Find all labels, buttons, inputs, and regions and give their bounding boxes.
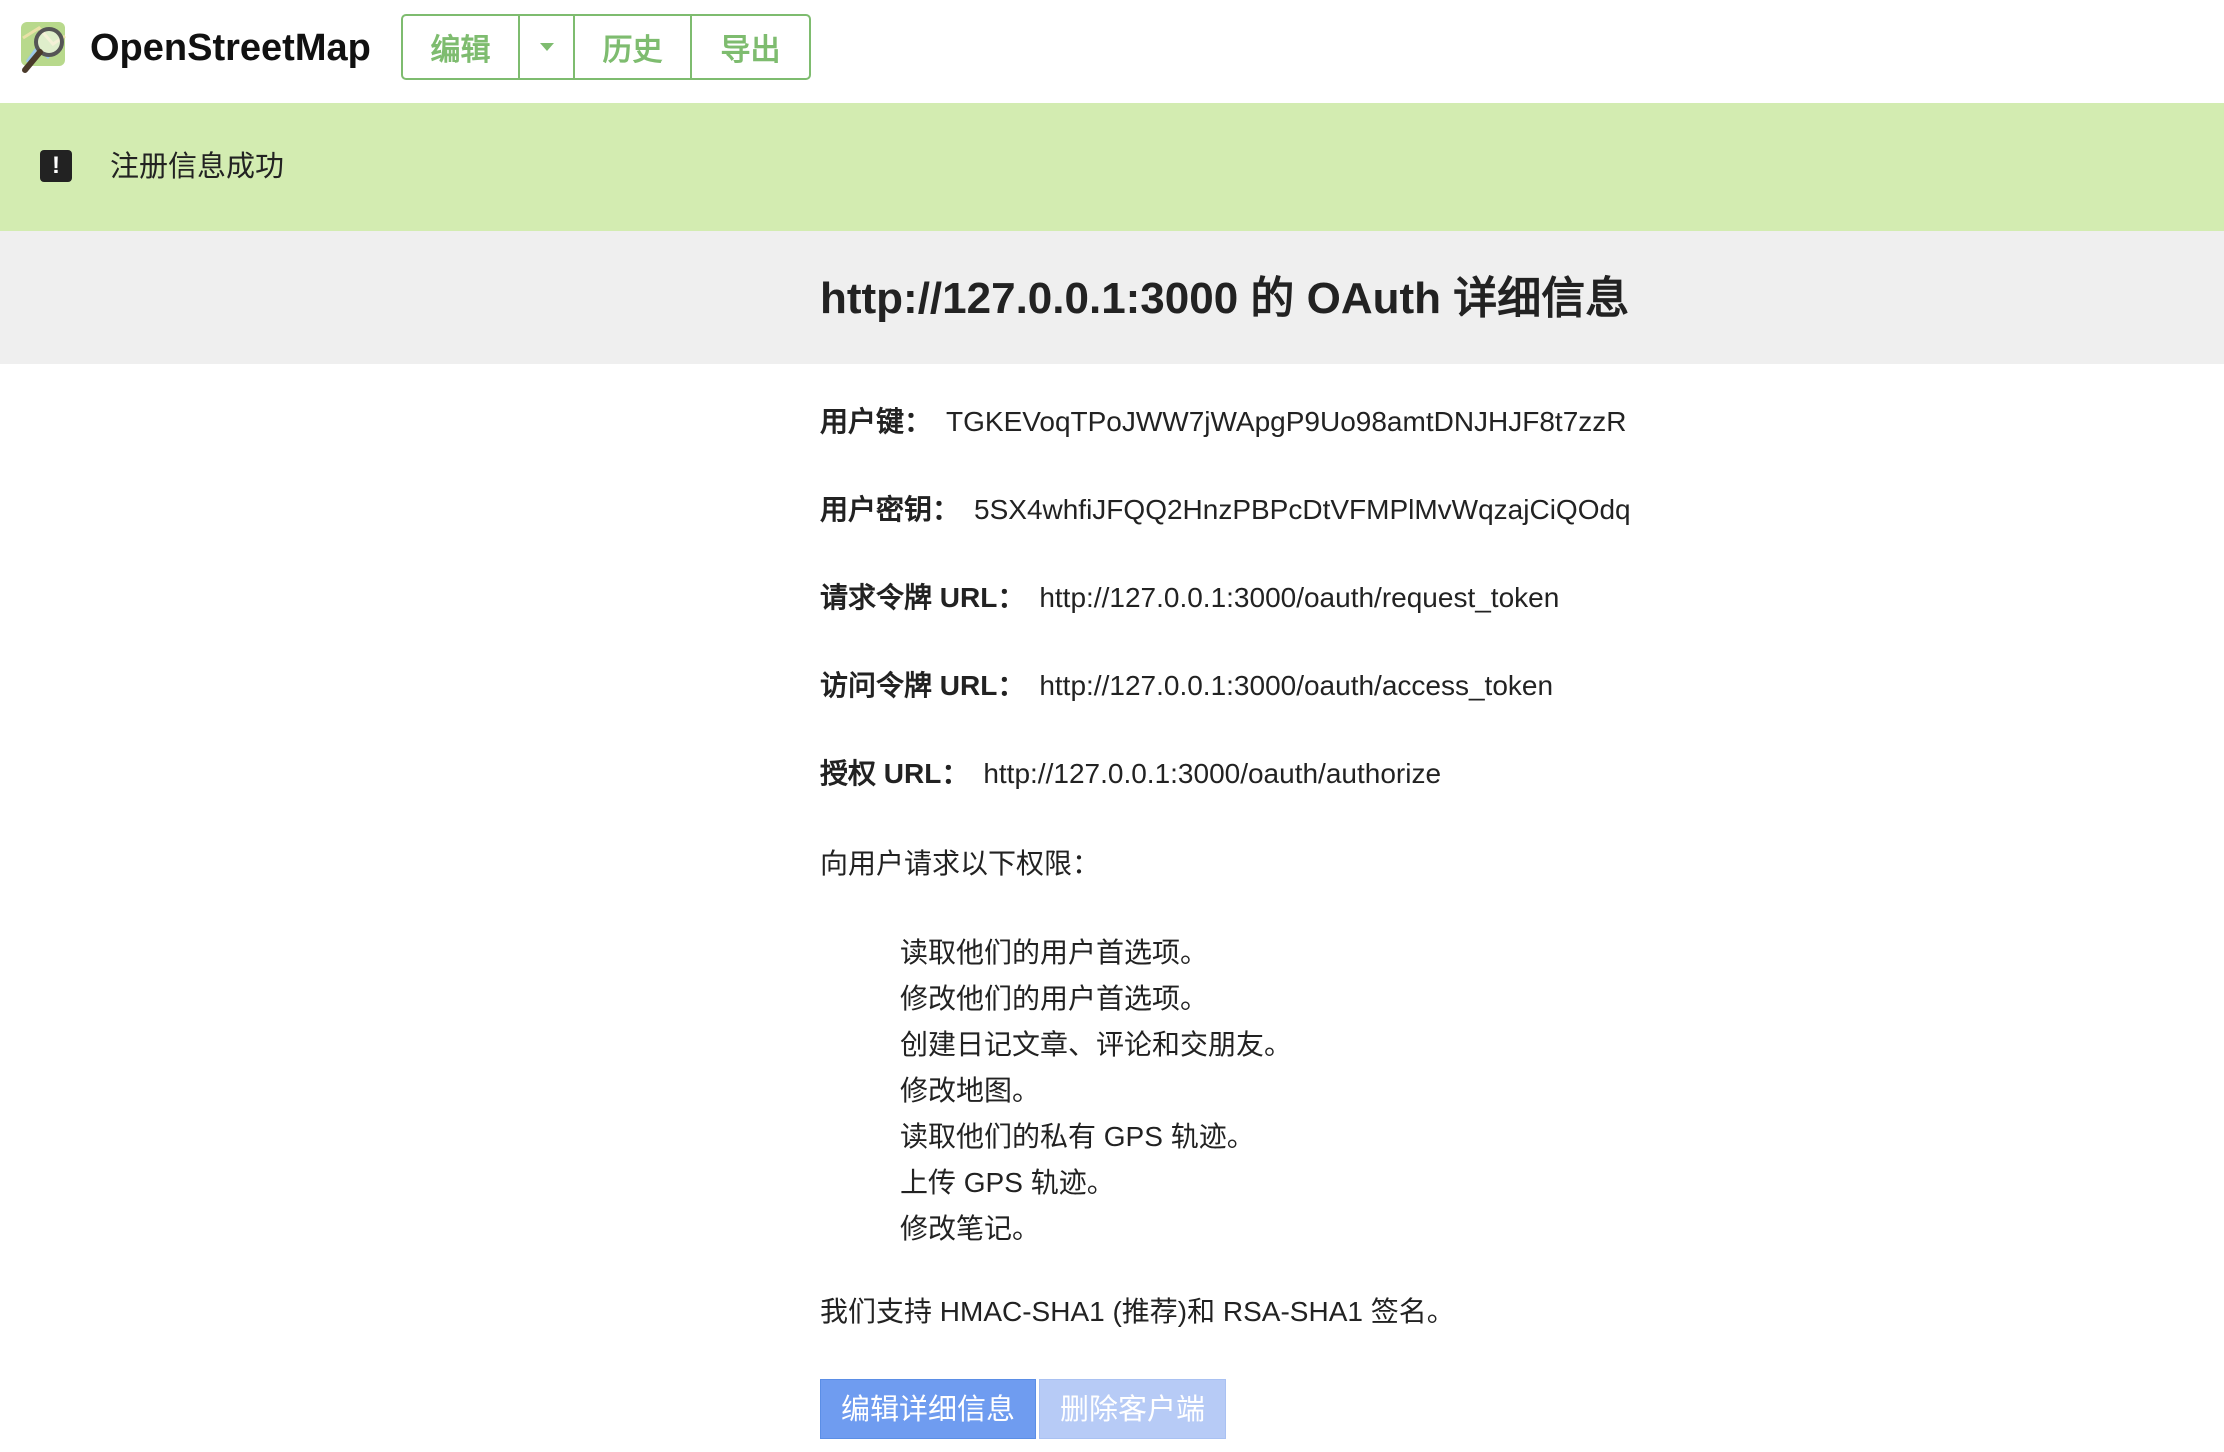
detail-consumer-secret: 用户密钥： 5SX4whfiJFQQ2HnzPBPcDtVFMPlMvWqzajC… — [820, 490, 1631, 530]
detail-label: 授权 URL： — [820, 758, 970, 789]
detail-access-token-url: 访问令牌 URL： http://127.0.0.1:3000/oauth/acc… — [820, 666, 1553, 706]
action-buttons: 编辑详细信息 删除客户端 — [820, 1379, 1227, 1439]
edit-dropdown-toggle[interactable] — [520, 16, 575, 78]
signature-support-text: 我们支持 HMAC-SHA1 (推荐)和 RSA-SHA1 签名。 — [820, 1296, 1455, 1327]
list-item: 读取他们的用户首选项。 — [900, 937, 1209, 968]
tab-history[interactable]: 历史 — [575, 16, 692, 78]
exclamation-icon: ! — [40, 150, 72, 182]
detail-value: http://127.0.0.1:3000/oauth/request_toke… — [1039, 582, 1560, 613]
list-item: 修改他们的用户首选项。 — [900, 983, 1209, 1014]
permissions-intro: 向用户请求以下权限： — [820, 848, 1101, 879]
site-header: OpenStreetMap 编辑 历史 导出 — [0, 0, 2224, 103]
title-band: http://127.0.0.1:3000 的 OAuth 详细信息 — [0, 231, 2224, 364]
detail-label: 用户键： — [820, 406, 933, 437]
flash-notice: ! 注册信息成功 — [0, 103, 2224, 231]
detail-authorize-url: 授权 URL： http://127.0.0.1:3000/oauth/autho… — [820, 754, 1441, 794]
detail-label: 用户密钥： — [820, 494, 961, 525]
flash-message: 注册信息成功 — [110, 151, 285, 183]
list-item: 上传 GPS 轨迹。 — [900, 1167, 1115, 1198]
detail-value: http://127.0.0.1:3000/oauth/access_token — [1039, 670, 1554, 701]
tab-export[interactable]: 导出 — [692, 16, 809, 78]
detail-consumer-key: 用户键： TGKEVoqTPoJWW7jWApgP9Uo98amtDNJHJF8t… — [820, 402, 1627, 442]
page-title: http://127.0.0.1:3000 的 OAuth 详细信息 — [820, 274, 1630, 323]
detail-value: http://127.0.0.1:3000/oauth/authorize — [983, 758, 1442, 789]
delete-client-button[interactable]: 删除客户端 — [1039, 1379, 1227, 1439]
detail-request-token-url: 请求令牌 URL： http://127.0.0.1:3000/oauth/req… — [820, 578, 1559, 618]
caret-down-icon — [539, 43, 554, 51]
detail-label: 访问令牌 URL： — [820, 670, 1026, 701]
list-item: 创建日记文章、评论和交朋友。 — [900, 1029, 1293, 1060]
tab-edit[interactable]: 编辑 — [403, 16, 520, 78]
list-item: 修改笔记。 — [900, 1213, 1041, 1244]
detail-value: 5SX4whfiJFQQ2HnzPBPcDtVFMPlMvWqzajCiQOdq — [974, 494, 1631, 525]
detail-value: TGKEVoqTPoJWW7jWApgP9Uo98amtDNJHJF8t7zzR — [946, 406, 1627, 437]
header-tab-group: 编辑 历史 导出 — [401, 14, 811, 80]
edit-details-button[interactable]: 编辑详细信息 — [820, 1379, 1037, 1439]
list-item: 读取他们的私有 GPS 轨迹。 — [900, 1121, 1255, 1152]
openstreetmap-logo-icon[interactable] — [19, 18, 79, 78]
brand-name[interactable]: OpenStreetMap — [90, 25, 371, 71]
permissions-list: 读取他们的用户首选项。 修改他们的用户首选项。 创建日记文章、评论和交朋友。 修… — [900, 930, 1292, 1252]
list-item: 修改地图。 — [900, 1075, 1041, 1106]
detail-label: 请求令牌 URL： — [820, 582, 1026, 613]
